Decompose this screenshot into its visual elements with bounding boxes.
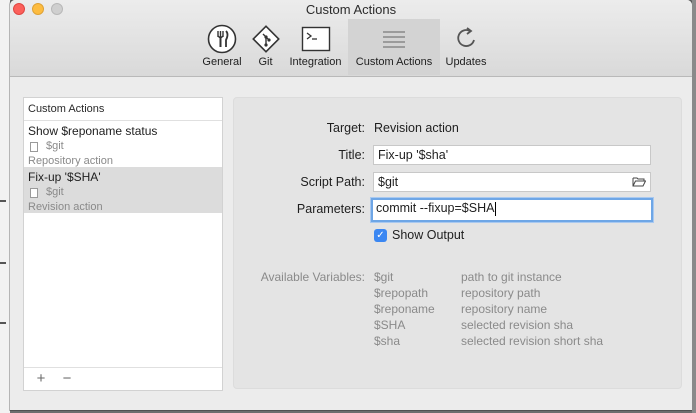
action-detail-panel: Target: Revision action Title: Fix-up '$… (233, 97, 682, 389)
tab-general[interactable]: General (196, 19, 248, 75)
variable-desc: selected revision short sha (461, 334, 604, 348)
variable-row: $repopath repository path (374, 286, 603, 302)
variable-row: $git path to git instance (374, 270, 603, 286)
variable-desc: selected revision sha (461, 318, 574, 332)
variable-desc: repository name (461, 302, 548, 316)
variable-row: $sha selected revision short sha (374, 334, 603, 350)
action-type: Repository action (28, 155, 113, 167)
file-icon (30, 187, 38, 198)
terminal-icon (301, 21, 331, 56)
title-field[interactable]: Fix-up '$sha' (373, 145, 651, 165)
titlebar: Custom Actions General Git Integration C… (10, 0, 692, 77)
variable-desc: repository path (461, 286, 541, 300)
script-path-value: $git (378, 175, 399, 189)
file-icon (30, 141, 38, 152)
tab-git[interactable]: Git (248, 19, 283, 75)
preferences-toolbar: General Git Integration Custom Actions U… (196, 19, 492, 75)
remove-action-button[interactable]: − (60, 371, 74, 386)
variable-name: $SHA (374, 318, 406, 332)
variable-row: $SHA selected revision sha (374, 318, 603, 334)
background-window-edge (0, 0, 10, 413)
action-title: Fix-up '$SHA' (28, 170, 101, 184)
preferences-content: Custom Actions Show $reponame status $gi… (10, 77, 692, 410)
parameters-label: Parameters: (296, 202, 365, 216)
target-value: Revision action (374, 121, 459, 135)
variable-desc: path to git instance (461, 270, 562, 284)
show-output-row[interactable]: ✓ Show Output (374, 228, 464, 242)
list-item[interactable]: Show $reponame status $git Repository ac… (24, 121, 222, 167)
git-diamond-icon (251, 21, 280, 56)
variable-name: $repopath (374, 286, 429, 300)
variable-name: $git (374, 270, 394, 284)
action-type: Revision action (28, 201, 103, 213)
action-title: Show $reponame status (28, 124, 158, 138)
parameters-field[interactable]: commit --fixup=$SHA (371, 198, 653, 222)
tab-updates[interactable]: Updates (440, 19, 492, 75)
variable-row: $reponame repository name (374, 302, 603, 318)
tab-git-label: Git (258, 56, 273, 68)
title-field-value: Fix-up '$sha' (378, 148, 449, 162)
tab-integration-label: Integration (289, 56, 342, 68)
show-output-checkbox[interactable]: ✓ (374, 228, 387, 242)
add-action-button[interactable]: + (34, 371, 48, 386)
parameters-value: commit --fixup=$SHA (376, 201, 495, 215)
list-item-selected[interactable]: Fix-up '$SHA' $git Revision action (24, 167, 222, 213)
list-lines-icon (381, 21, 407, 56)
tab-custom-actions[interactable]: Custom Actions (348, 19, 440, 75)
action-script: $git (46, 140, 64, 152)
title-label: Title: (338, 148, 365, 162)
background-window-edge-right (692, 0, 696, 413)
tab-general-label: General (202, 56, 242, 68)
variable-name: $sha (374, 334, 401, 348)
list-footer: + − (24, 367, 222, 390)
list-header: Custom Actions (24, 98, 222, 121)
preferences-window: Custom Actions General Git Integration C… (10, 0, 692, 410)
target-label: Target: (326, 121, 365, 135)
variable-name: $reponame (374, 302, 435, 316)
tab-updates-label: Updates (445, 56, 487, 68)
folder-open-icon[interactable] (632, 176, 647, 190)
script-path-field[interactable]: $git (373, 172, 651, 192)
custom-actions-list: Custom Actions Show $reponame status $gi… (23, 97, 223, 391)
action-script: $git (46, 186, 64, 198)
available-variables-label: Available Variables: (260, 270, 365, 284)
tab-integration[interactable]: Integration (283, 19, 348, 75)
tab-custom-actions-label: Custom Actions (355, 56, 433, 68)
refresh-icon (452, 21, 480, 56)
window-title: Custom Actions (305, 2, 397, 17)
show-output-label: Show Output (392, 228, 465, 242)
variables-table: $git path to git instance $repopath repo… (374, 270, 603, 350)
fork-icon (207, 21, 237, 56)
script-path-label: Script Path: (300, 175, 365, 189)
text-caret (495, 201, 497, 216)
